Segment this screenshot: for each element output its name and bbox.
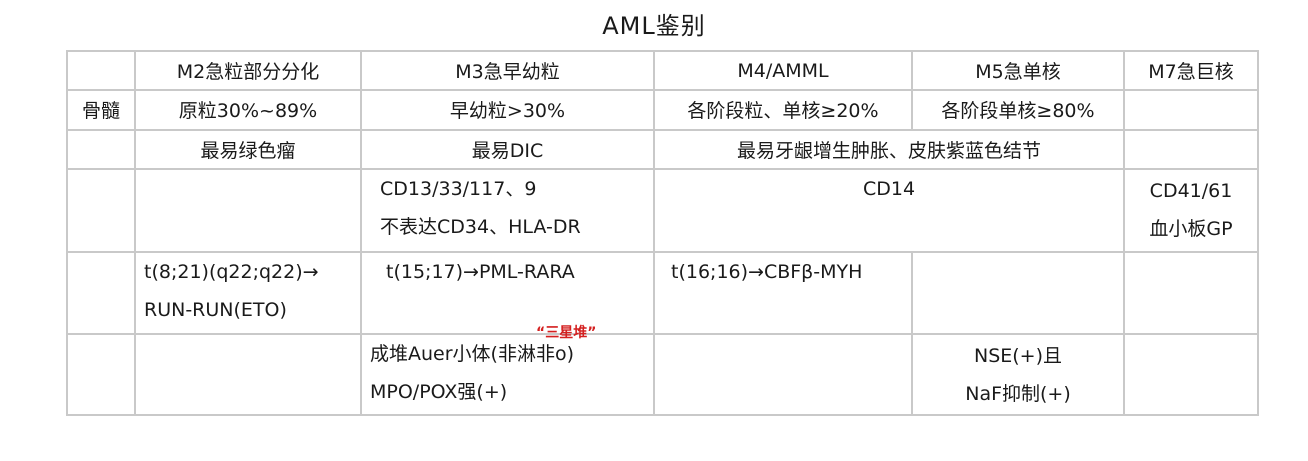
header-m7: M7急巨核 xyxy=(1123,49,1259,92)
morphology-m3: 成堆Auer小体(非淋非o) MPO/POX强(+) xyxy=(360,333,655,416)
immunophenotype-m4-m5-text: CD14 xyxy=(862,177,916,200)
header-m3: M3急早幼粒 xyxy=(360,49,655,92)
genetics-m2: t(8;21)(q22;q22)→ RUN-RUN(ETO) xyxy=(134,250,362,336)
complication-m3: 最易DIC xyxy=(360,128,655,170)
genetics-m7 xyxy=(1123,250,1259,336)
page-title: AML鉴别 xyxy=(602,12,706,40)
immunophenotype-m4-m5: CD14 xyxy=(653,167,1125,253)
complication-m4-m5: 最易牙龈增生肿胀、皮肤紫蓝色结节 xyxy=(653,128,1125,170)
row-label-empty xyxy=(66,167,136,253)
header-row: M2急粒部分分化 M3急早幼粒 M4/AMML M5急单核 M7急巨核 xyxy=(66,49,1259,92)
genetics-m3-text: t(15;17)→PML-RARA xyxy=(386,260,575,283)
morphology-m3-line2: MPO/POX强(+) xyxy=(370,381,508,404)
complication-row: 最易绿色瘤 最易DIC 最易牙龈增生肿胀、皮肤紫蓝色结节 xyxy=(66,128,1259,170)
header-m2: M2急粒部分分化 xyxy=(134,49,362,92)
genetics-m5 xyxy=(911,250,1125,336)
genetics-m3: t(15;17)→PML-RARA xyxy=(360,250,655,336)
morphology-m7 xyxy=(1123,333,1259,416)
bone-marrow-m5: 各阶段单核≥80% xyxy=(911,89,1125,131)
row-label-empty xyxy=(66,333,136,416)
morphology-m5: NSE(+)且 NaF抑制(+) xyxy=(911,333,1125,416)
immunophenotype-m3-line1: CD13/33/117、9 xyxy=(380,177,537,200)
immunophenotype-m3: CD13/33/117、9 不表达CD34、HLA-DR xyxy=(360,167,655,253)
bone-marrow-m2: 原粒30%~89% xyxy=(134,89,362,131)
morphology-m5-line2: NaF抑制(+) xyxy=(965,382,1071,405)
morphology-row: 成堆Auer小体(非淋非o) MPO/POX强(+) NSE(+)且 NaF抑制… xyxy=(66,333,1259,416)
row-label-bone-marrow: 骨髓 xyxy=(66,89,136,131)
complication-m7 xyxy=(1123,128,1259,170)
header-m5: M5急单核 xyxy=(911,49,1125,92)
row-label-empty xyxy=(66,128,136,170)
header-m4: M4/AMML xyxy=(653,49,913,92)
bone-marrow-m4: 各阶段粒、单核≥20% xyxy=(653,89,913,131)
aml-comparison-table: M2急粒部分分化 M3急早幼粒 M4/AMML M5急单核 M7急巨核 骨髓 原… xyxy=(66,49,1259,416)
immunophenotype-m7-line1: CD41/61 xyxy=(1149,180,1233,203)
complication-m2: 最易绿色瘤 xyxy=(134,128,362,170)
morphology-m4 xyxy=(653,333,913,416)
immunophenotype-row: CD13/33/117、9 不表达CD34、HLA-DR CD14 CD41/6… xyxy=(66,167,1259,253)
row-label-empty xyxy=(66,250,136,336)
morphology-m5-line1: NSE(+)且 xyxy=(973,344,1063,367)
genetics-m4: t(16;16)→CBFβ-MYH xyxy=(653,250,913,336)
genetics-m2-line1: t(8;21)(q22;q22)→ xyxy=(144,260,319,283)
bone-marrow-row: 骨髓 原粒30%~89% 早幼粒>30% 各阶段粒、单核≥20% 各阶段单核≥8… xyxy=(66,89,1259,131)
immunophenotype-m3-line2: 不表达CD34、HLA-DR xyxy=(380,215,581,238)
genetics-row: t(8;21)(q22;q22)→ RUN-RUN(ETO) t(15;17)→… xyxy=(66,250,1259,336)
red-annotation: “三星堆” xyxy=(536,325,597,341)
immunophenotype-m2 xyxy=(134,167,362,253)
immunophenotype-m7-line2: 血小板GP xyxy=(1149,218,1233,241)
genetics-m2-line2: RUN-RUN(ETO) xyxy=(144,298,287,321)
immunophenotype-m7: CD41/61 血小板GP xyxy=(1123,167,1259,253)
bone-marrow-m7 xyxy=(1123,89,1259,131)
genetics-m4-text: t(16;16)→CBFβ-MYH xyxy=(671,260,863,283)
morphology-m3-line1: 成堆Auer小体(非淋非o) xyxy=(370,343,574,366)
corner-cell xyxy=(66,49,136,92)
bone-marrow-m3: 早幼粒>30% xyxy=(360,89,655,131)
morphology-m2 xyxy=(134,333,362,416)
